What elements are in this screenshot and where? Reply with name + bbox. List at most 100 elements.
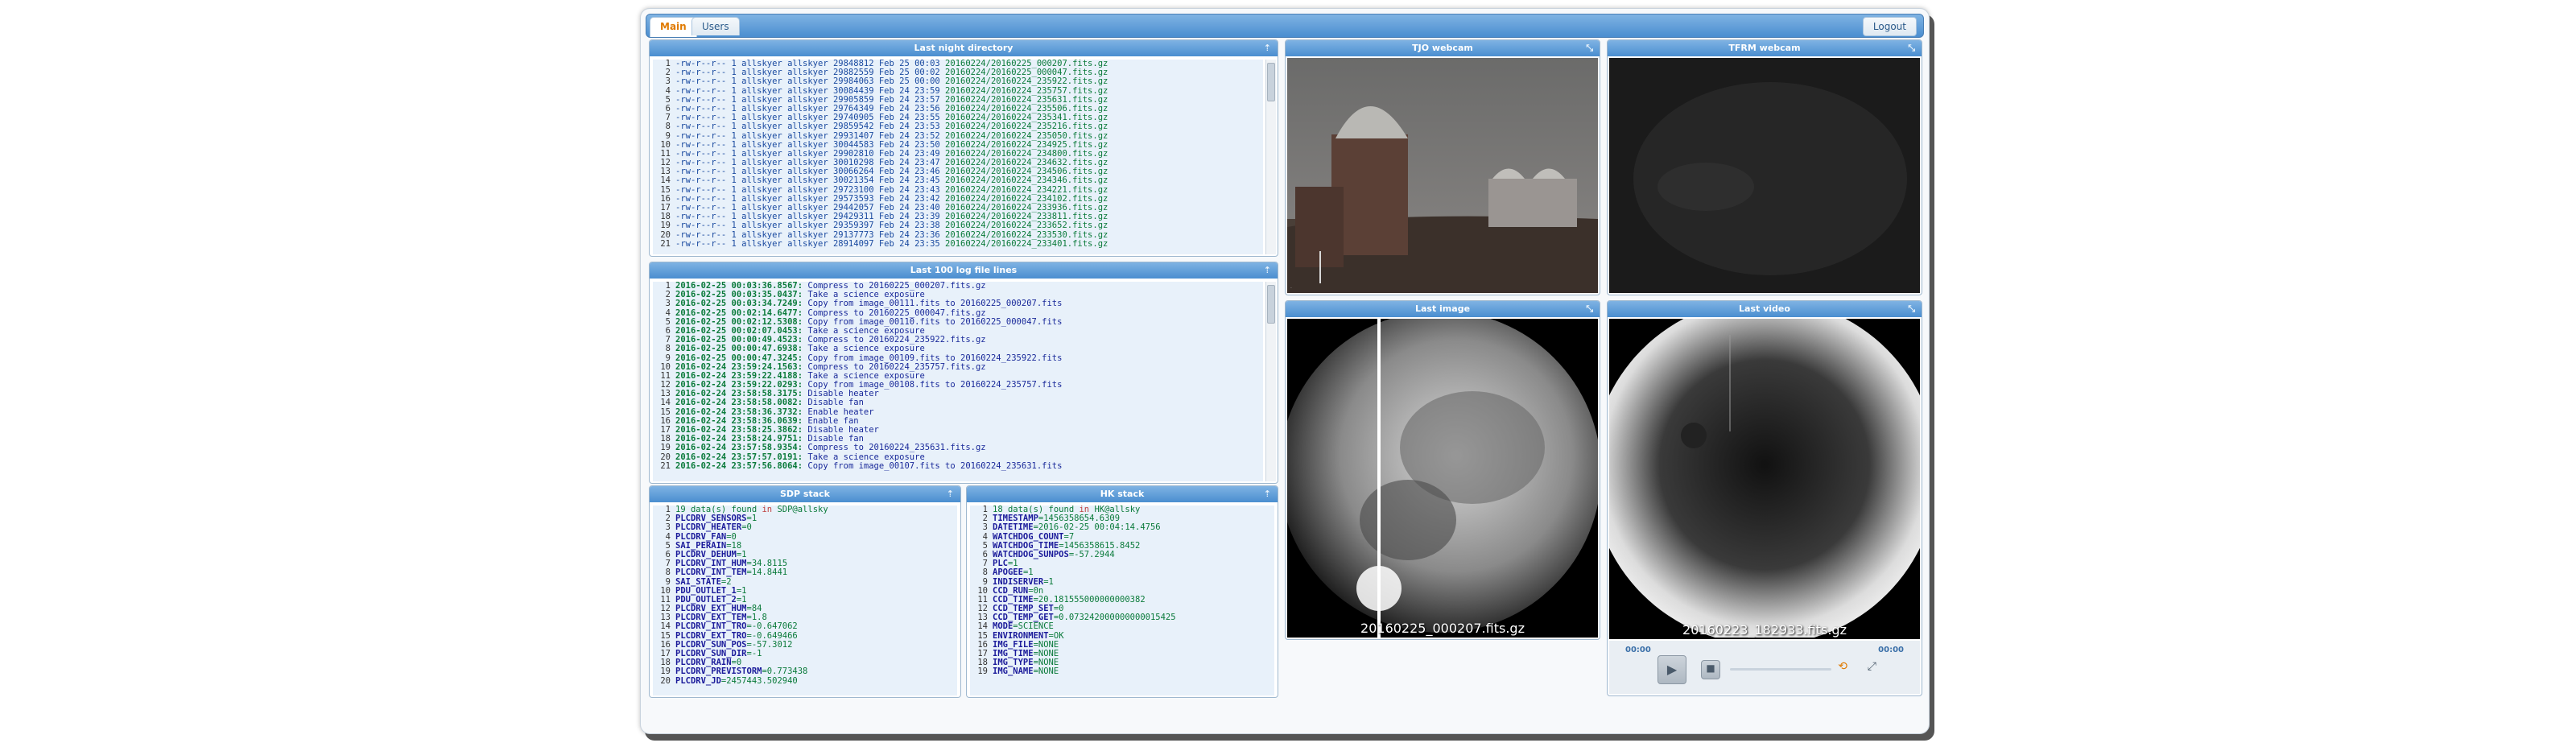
- expand-icon[interactable]: ⤡: [1586, 301, 1593, 317]
- video-controls: 00:00 00:00 ▶ ■ ⟲ ⤢: [1609, 641, 1920, 694]
- code-line: 21 2016-02-24 23:57:56.8064: Copy from im…: [653, 460, 1263, 471]
- expand-icon[interactable]: ⤡: [1908, 301, 1915, 317]
- loop-icon[interactable]: ⟲: [1838, 660, 1847, 673]
- file-path: 20160224/20160224_233936.fits.gz: [945, 203, 1108, 213]
- panel-header: Last image ⤡: [1286, 301, 1600, 317]
- hk-listing: 1 18 data(s) found in HK@allsky 2 TIMESTAMP…: [970, 506, 1274, 695]
- file-info: -rw-r--r-- 1 allskyer allskyer 29723100 …: [675, 184, 946, 195]
- collapse-icon[interactable]: ⇡: [1264, 486, 1271, 502]
- line-number: 8: [665, 122, 671, 132]
- log-timestamp: 2016-02-24 23:58:36.0639:: [675, 415, 808, 426]
- stack-value: =0: [731, 658, 742, 668]
- file-path: 20160224/20160225_000047.fits.gz: [945, 68, 1108, 78]
- file-path: 20160224/20160224_234346.fits.gz: [945, 175, 1108, 186]
- scrollbar[interactable]: [1265, 60, 1276, 254]
- log-message: Compress to 20160225_000047.fits.gz: [807, 307, 986, 318]
- log-timestamp: 2016-02-25 00:02:07.0453:: [675, 325, 808, 336]
- allsky-image: 20160225_000207.fits.gz: [1287, 319, 1598, 638]
- tab-main[interactable]: Main: [650, 17, 697, 37]
- log-message: Compress to 20160224_235922.fits.gz: [807, 335, 986, 345]
- collapse-icon[interactable]: ⇡: [1264, 262, 1271, 279]
- file-info: -rw-r--r-- 1 allskyer allskyer 29905859 …: [675, 94, 946, 105]
- stop-button[interactable]: ■: [1701, 660, 1720, 679]
- log-timestamp: 2016-02-25 00:02:14.6477:: [675, 307, 808, 318]
- log-message: Disable heater: [807, 425, 879, 435]
- expand-icon[interactable]: ⤡: [1908, 40, 1915, 56]
- log-timestamp: 2016-02-24 23:59:22.0293:: [675, 380, 808, 390]
- panel-title: Last image: [1414, 303, 1471, 314]
- file-info: -rw-r--r-- 1 allskyer allskyer 30084439 …: [675, 85, 946, 96]
- video-current-time: 00:00: [1625, 646, 1651, 654]
- stack-value: =0: [741, 522, 752, 533]
- fullscreen-icon[interactable]: ⤢: [1868, 660, 1876, 673]
- scrollbar[interactable]: [1265, 282, 1276, 481]
- stack-value: =14.8441: [746, 567, 788, 578]
- line-number: 19: [660, 667, 671, 677]
- log-message: Take a science exposure: [807, 325, 925, 336]
- panel-title: Last video: [1739, 303, 1790, 314]
- panel-sdp-stack: SDP stack ⇡ 1 19 data(s) found in SDP@all…: [649, 485, 961, 698]
- file-path: 20160224/20160224_234925.fits.gz: [945, 139, 1108, 150]
- log-timestamp: 2016-02-24 23:58:58.0082:: [675, 398, 808, 408]
- line-number: 3: [665, 522, 671, 533]
- stack-key: PLCDRV_SENSORS: [675, 514, 747, 524]
- scroll-thumb[interactable]: [1267, 63, 1275, 101]
- line-number: 2: [665, 514, 671, 524]
- stack-value: =OK: [1048, 630, 1064, 641]
- log-message: Compress to 20160224_235757.fits.gz: [807, 361, 986, 372]
- stack-key: PLCDRV_RAIN: [675, 658, 732, 668]
- expand-icon[interactable]: ⤡: [1586, 40, 1593, 56]
- log-timestamp: 2016-02-24 23:57:56.8064:: [675, 460, 808, 471]
- stack-key: WATCHDOG_SUNPOS: [993, 549, 1069, 559]
- panel-title: HK stack: [1100, 489, 1145, 499]
- log-timestamp: 2016-02-24 23:59:24.1563:: [675, 361, 808, 372]
- directory-listing: 1 -rw-r--r-- 1 allskyer allskyer 29848812…: [653, 60, 1263, 254]
- line-number: 14: [660, 398, 671, 408]
- line-number: 3: [665, 76, 671, 87]
- file-info: -rw-r--r-- 1 allskyer allskyer 29984063 …: [675, 76, 946, 87]
- file-info: -rw-r--r-- 1 allskyer allskyer 29573593 …: [675, 193, 946, 204]
- play-button[interactable]: ▶: [1657, 655, 1686, 684]
- tfrm-webcam-image: [1609, 58, 1920, 293]
- log-message: Compress to 20160224_235631.fits.gz: [807, 443, 986, 453]
- file-info: -rw-r--r-- 1 allskyer allskyer 29740905 …: [675, 113, 946, 123]
- panel-hk-stack: HK stack ⇡ 1 18 data(s) found in HK@allsk…: [966, 485, 1278, 698]
- stack-key: PLCDRV_SUN_DIR: [675, 649, 747, 658]
- stack-value: =0.073242000000000015425: [1053, 613, 1176, 623]
- collapse-icon[interactable]: ⇡: [1264, 40, 1271, 56]
- stack-key: CCD_TIME: [993, 594, 1034, 605]
- stack-key: TIMESTAMP: [993, 514, 1038, 524]
- code-line: 21 -rw-r--r-- 1 allskyer allskyer 2891409…: [653, 238, 1263, 249]
- log-message: Disable fan: [807, 434, 864, 444]
- log-message: Copy from image_00110.fits to 20160225_0…: [807, 316, 1063, 327]
- file-info: -rw-r--r-- 1 allskyer allskyer 29442057 …: [675, 203, 946, 213]
- allsky-video[interactable]: 20160223_182933.fits.gz: [1609, 319, 1920, 639]
- stack-key: WATCHDOG_TIME: [993, 540, 1059, 551]
- webcam-timestamp: ·: [1290, 286, 1292, 291]
- stack-value: =84: [746, 604, 762, 614]
- app-window: Main Users Logout Last night directory ⇡…: [640, 8, 1930, 734]
- log-timestamp: 2016-02-25 00:03:35.0437:: [675, 290, 808, 300]
- stack-in-word: in: [762, 506, 778, 514]
- panel-title: Last night directory: [914, 43, 1013, 53]
- collapse-icon[interactable]: ⇡: [947, 486, 954, 502]
- code-line: 20 PLCDRV_JD=2457443.502940: [653, 676, 957, 686]
- line-number: 5: [665, 540, 671, 551]
- video-seek-bar[interactable]: [1730, 668, 1831, 671]
- line-number: 21: [660, 238, 671, 249]
- line-number: 6: [982, 549, 988, 559]
- scroll-thumb[interactable]: [1267, 285, 1275, 324]
- stack-value: =NONE: [1033, 667, 1059, 677]
- stack-value: =0: [726, 531, 737, 542]
- log-timestamp: 2016-02-24 23:58:36.3732:: [675, 407, 808, 417]
- tab-users[interactable]: Users: [691, 17, 740, 35]
- line-number: 14: [977, 621, 988, 632]
- video-duration: 00:00: [1878, 646, 1904, 654]
- stack-key: IMG_TIME: [993, 649, 1034, 658]
- line-number: 1: [665, 60, 671, 68]
- logout-button[interactable]: Logout: [1862, 17, 1917, 36]
- log-message: Take a science exposure: [807, 452, 925, 462]
- panel-tjo-webcam: TJO webcam ⤡ ·: [1285, 39, 1600, 295]
- log-message: Copy from image_00107.fits to 20160224_2…: [807, 460, 1063, 471]
- line-number: 7: [665, 113, 671, 123]
